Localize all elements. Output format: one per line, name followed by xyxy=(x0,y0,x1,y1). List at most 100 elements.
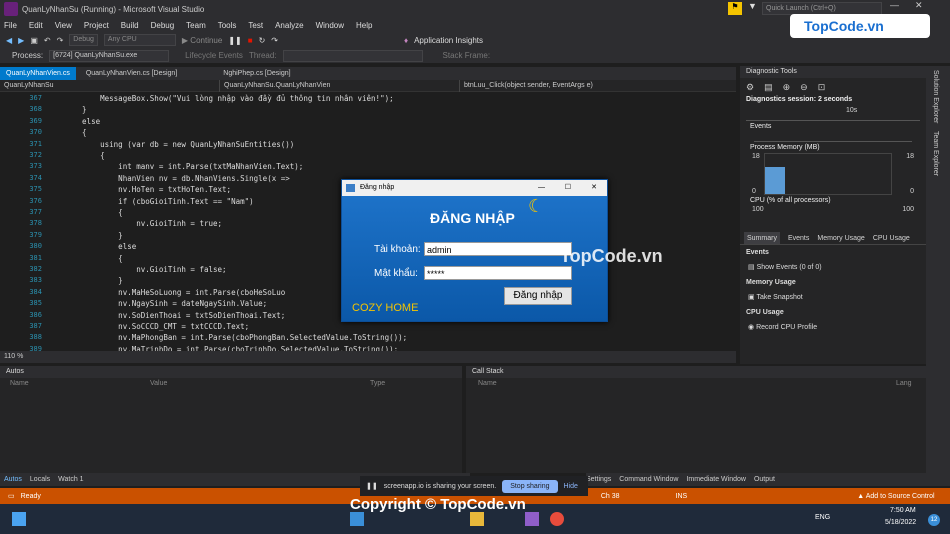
code-line[interactable]: nv.HoTen = txtHoTen.Text; xyxy=(64,185,231,194)
application-insights-icon[interactable]: ♦ xyxy=(404,36,408,45)
class-dropdown[interactable]: QuanLyNhanSu.QuanLyNhanVien xyxy=(220,79,460,92)
record-cpu-profile-button[interactable]: ◉ Record CPU Profile xyxy=(740,320,926,335)
menu-debug[interactable]: Debug xyxy=(151,21,175,30)
code-line[interactable]: { xyxy=(64,208,123,217)
code-line[interactable]: nv.SoDienThoai = txtSoDienThoai.Text; xyxy=(64,311,285,320)
code-line[interactable]: { xyxy=(64,151,105,160)
chrome-icon[interactable] xyxy=(550,512,564,526)
code-line[interactable]: nv.NgaySinh = dateNgaySinh.Value; xyxy=(64,299,267,308)
code-line[interactable]: using (var db = new QuanLyNhanSuEntities… xyxy=(64,140,294,149)
method-dropdown[interactable]: btnLuu_Click(object sender, EventArgs e) xyxy=(460,80,710,92)
tab-output[interactable]: Output xyxy=(754,473,775,486)
autos-col-value[interactable]: Value xyxy=(150,378,370,390)
tab-watch-1[interactable]: Watch 1 xyxy=(54,473,87,486)
menu-analyze[interactable]: Analyze xyxy=(275,21,303,30)
menu-file[interactable]: File xyxy=(4,21,17,30)
menu-help[interactable]: Help xyxy=(356,21,372,30)
code-line[interactable]: else xyxy=(64,117,100,126)
login-button[interactable]: Đăng nhập xyxy=(504,287,572,305)
code-line[interactable]: } xyxy=(64,276,123,285)
code-line[interactable]: nv.MaHeSoLuong = int.Parse(cboHeSoLuo xyxy=(64,288,285,297)
select-tools-icon[interactable]: ▤ xyxy=(764,82,773,93)
menu-test[interactable]: Test xyxy=(248,21,263,30)
tab-command-window[interactable]: Command Window xyxy=(619,473,678,486)
team-explorer-tab[interactable]: Team Explorer xyxy=(932,131,939,176)
dialog-maximize-icon[interactable]: ☐ xyxy=(565,180,571,196)
redo-icon[interactable]: ↷ xyxy=(57,36,64,45)
language-indicator[interactable]: ENG xyxy=(815,514,830,521)
show-events-link[interactable]: ▤ Show Events (0 of 0) xyxy=(740,260,926,275)
take-snapshot-button[interactable]: ▣ Take Snapshot xyxy=(740,290,926,305)
code-line[interactable]: else xyxy=(64,242,136,251)
windows-start-icon[interactable] xyxy=(12,512,26,526)
code-line[interactable]: NhanVien nv = db.NhanViens.Single(x => xyxy=(64,174,294,183)
tab-events[interactable]: Events xyxy=(788,232,809,244)
taskbar-start-icon[interactable] xyxy=(350,512,364,526)
step-over-icon[interactable]: ↷ xyxy=(271,36,278,45)
tab-nghiphep-design[interactable]: NghiPhep.cs [Design] xyxy=(217,67,296,80)
menu-window[interactable]: Window xyxy=(316,21,344,30)
timeline-ruler[interactable]: 10s xyxy=(746,105,920,121)
menu-edit[interactable]: Edit xyxy=(29,21,43,30)
lifecycle-events-dropdown[interactable]: Lifecycle Events xyxy=(185,51,243,60)
clock-time[interactable]: 7:50 AM xyxy=(890,507,916,514)
notification-badge[interactable]: 12 xyxy=(928,514,940,526)
forward-icon[interactable]: ▶ xyxy=(18,36,24,45)
clock-date[interactable]: 5/18/2022 xyxy=(885,519,916,526)
configuration-dropdown[interactable]: Debug xyxy=(69,34,98,46)
call-stack-col-name[interactable]: Name xyxy=(466,378,896,390)
code-line[interactable]: nv.MaPhongBan = int.Parse(cboPhongBan.Se… xyxy=(64,333,407,342)
tab-cpu-usage[interactable]: CPU Usage xyxy=(873,232,910,244)
code-line[interactable]: } xyxy=(64,105,87,114)
hide-share-button[interactable]: Hide xyxy=(564,483,578,490)
zoom-level[interactable]: 110 % xyxy=(0,351,736,363)
tab-settings[interactable]: Settings xyxy=(586,473,611,486)
save-icon[interactable]: ▣ xyxy=(30,36,38,45)
code-line[interactable]: nv.GioiTinh = false; xyxy=(64,265,226,274)
stop-sharing-button[interactable]: Stop sharing xyxy=(502,479,558,493)
dialog-close-icon[interactable]: ✕ xyxy=(591,180,597,196)
code-line[interactable]: nv.GioiTinh = true; xyxy=(64,219,222,228)
platform-dropdown[interactable]: Any CPU xyxy=(103,34,176,46)
code-line[interactable]: if (cboGioiTinh.Text == "Nam") xyxy=(64,197,253,206)
code-line[interactable]: { xyxy=(64,254,123,263)
call-stack-col-lang[interactable]: Lang xyxy=(896,378,912,390)
tab-quanlynhanvien-cs[interactable]: QuanLyNhanVien.cs xyxy=(0,67,76,80)
application-insights-label[interactable]: Application Insights xyxy=(414,36,483,45)
visual-studio-taskbar-icon[interactable] xyxy=(525,512,539,526)
file-explorer-icon[interactable] xyxy=(470,512,484,526)
tab-quanlynhanvien-design[interactable]: QuanLyNhanVien.cs [Design] xyxy=(80,67,183,80)
restart-icon[interactable]: ↻ xyxy=(259,36,266,45)
code-line[interactable]: nv.SoCCCD_CMT = txtCCCD.Text; xyxy=(64,322,249,331)
close-icon[interactable]: ✕ xyxy=(915,0,923,11)
break-icon[interactable]: ❚❚ xyxy=(228,36,241,45)
menu-build[interactable]: Build xyxy=(121,21,139,30)
undo-icon[interactable]: ↶ xyxy=(44,36,51,45)
thread-dropdown[interactable] xyxy=(282,49,423,62)
menu-team[interactable]: Team xyxy=(186,21,206,30)
autos-col-name[interactable]: Name xyxy=(0,378,150,390)
password-input[interactable]: ***** xyxy=(424,266,572,280)
tab-locals[interactable]: Locals xyxy=(26,473,54,486)
zoom-in-icon[interactable]: ⊕ xyxy=(783,82,791,93)
process-dropdown[interactable]: [6724] QuanLyNhanSu.exe xyxy=(49,49,170,62)
code-line[interactable]: { xyxy=(64,128,87,137)
code-line[interactable]: int manv = int.Parse(txtMaNhanVien.Text)… xyxy=(64,162,303,171)
username-input[interactable]: admin xyxy=(424,242,572,256)
dialog-minimize-icon[interactable]: — xyxy=(538,180,545,196)
autos-col-type[interactable]: Type xyxy=(370,378,385,390)
stop-icon[interactable]: ■ xyxy=(248,36,253,45)
zoom-out-icon[interactable]: ⊖ xyxy=(800,82,808,93)
minimize-icon[interactable]: — xyxy=(890,0,899,11)
tab-autos[interactable]: Autos xyxy=(0,473,26,486)
menu-view[interactable]: View xyxy=(55,21,72,30)
project-dropdown[interactable]: QuanLyNhanSu xyxy=(0,79,220,92)
tab-immediate-window[interactable]: Immediate Window xyxy=(686,473,746,486)
notification-flag-icon[interactable]: ⚑ xyxy=(728,2,742,15)
tab-memory-usage[interactable]: Memory Usage xyxy=(817,232,864,244)
reset-zoom-icon[interactable]: ⊡ xyxy=(818,82,826,93)
code-line[interactable]: MessageBox.Show("Vui lòng nhập vào đầy đ… xyxy=(64,94,394,103)
back-icon[interactable]: ◀ xyxy=(6,36,12,45)
menu-project[interactable]: Project xyxy=(84,21,109,30)
menu-tools[interactable]: Tools xyxy=(218,21,237,30)
